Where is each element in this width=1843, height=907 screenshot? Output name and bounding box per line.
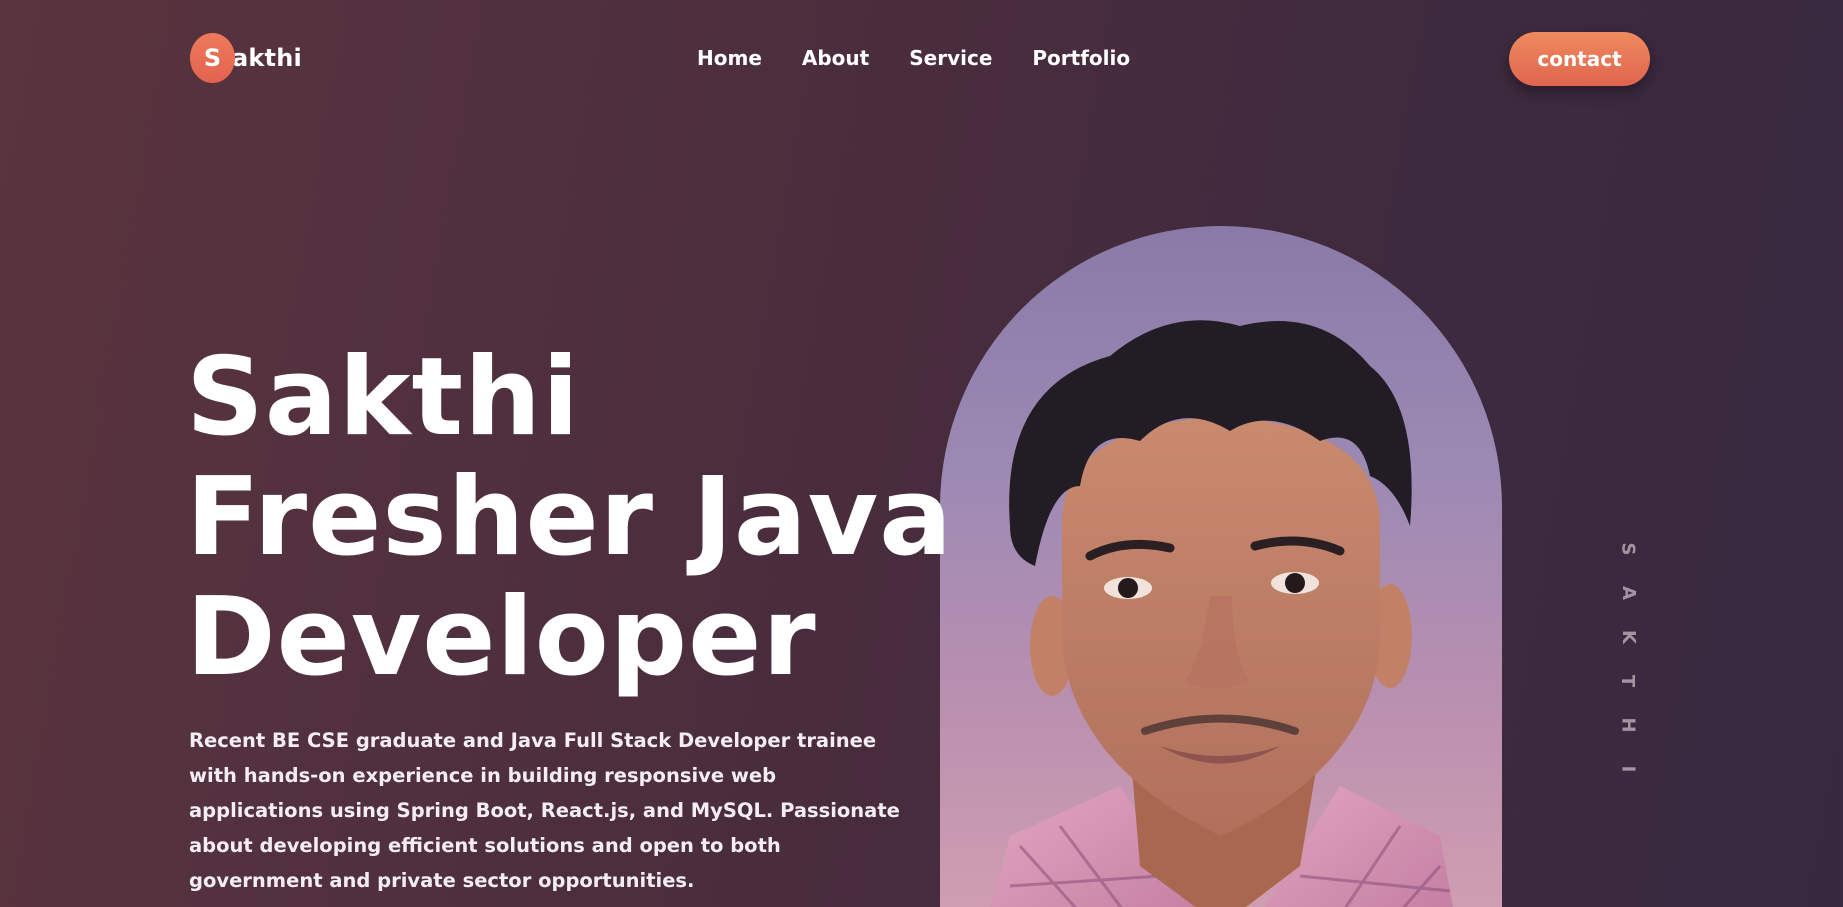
- nav-portfolio-link[interactable]: Portfolio: [1032, 46, 1130, 70]
- logo[interactable]: S akthi: [190, 33, 302, 83]
- vertical-name-letter: H: [1617, 717, 1639, 733]
- vertical-name-letter: T: [1617, 674, 1639, 688]
- vertical-name-letter: I: [1617, 765, 1639, 773]
- hero-title-line-developer: Developer: [186, 575, 817, 700]
- hero-title-line-role: Fresher Java: [186, 455, 953, 580]
- logo-initial-circle: S: [190, 33, 235, 83]
- nav-about-link[interactable]: About: [802, 46, 869, 70]
- contact-button[interactable]: contact: [1509, 32, 1650, 86]
- logo-text: akthi: [232, 44, 302, 72]
- hero-title: Sakthi Fresher Java Developer: [186, 338, 953, 698]
- profile-photo: [940, 226, 1502, 907]
- profile-photo-illustration: [990, 320, 1453, 907]
- main-nav: Home About Service Portfolio: [697, 46, 1130, 70]
- vertical-name-letter: A: [1617, 586, 1639, 600]
- nav-service-link[interactable]: Service: [909, 46, 992, 70]
- hero-title-line-name: Sakthi: [186, 335, 581, 460]
- vertical-name-letter: K: [1617, 630, 1639, 644]
- hero-description: Recent BE CSE graduate and Java Full Sta…: [189, 729, 900, 892]
- vertical-name: S A K T H I: [1618, 536, 1639, 782]
- vertical-name-letter: S: [1617, 542, 1639, 556]
- nav-home-link[interactable]: Home: [697, 46, 762, 70]
